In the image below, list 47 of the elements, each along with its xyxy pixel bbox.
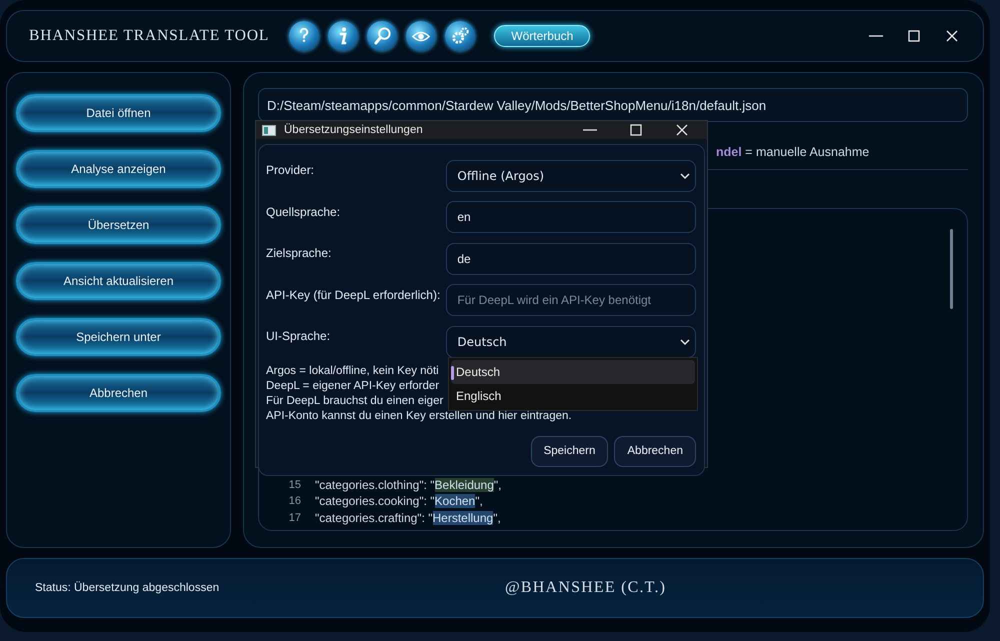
field-label: Provider: bbox=[266, 162, 316, 177]
field-label: Quellsprache: bbox=[266, 204, 342, 218]
field-label: Zielsprache: bbox=[266, 245, 332, 260]
help-text: Für DeepL brauchst du einen eiger bbox=[266, 394, 444, 410]
dropdown-option[interactable]: Englisch bbox=[451, 384, 695, 408]
sidebar-button[interactable]: Abbrechen bbox=[16, 374, 221, 412]
file-path-field[interactable]: D:/Steam/steamapps/common/Stardew Valley/Mods/BetterShopMenu/i18n/default.json bbox=[258, 88, 968, 122]
gear-button[interactable] bbox=[445, 21, 476, 51]
gear-icon bbox=[451, 27, 470, 45]
code-line: "categories.clothing": "Bekleidung", bbox=[315, 478, 502, 492]
input-field[interactable]: Für DeepL wird ein API-Key benötigt bbox=[446, 284, 696, 316]
line-number: 16 bbox=[288, 495, 302, 508]
line-number: 17 bbox=[288, 512, 302, 524]
input-field[interactable]: de bbox=[446, 242, 696, 275]
code-line: "categories.crafting": "Herstellung", bbox=[315, 510, 501, 525]
search-icon bbox=[374, 27, 391, 45]
dialog-title: Übersetzungseinstellungen bbox=[284, 124, 423, 136]
question-mark-button[interactable] bbox=[289, 21, 320, 51]
help-text: DeepL = eigener API-Key erforder bbox=[266, 378, 440, 394]
legend-text: ndel = manuelle Ausnahme bbox=[716, 145, 870, 161]
field-label: UI-Sprache: bbox=[266, 328, 332, 343]
help-text: Argos = lokal/offline, kein Key nöti bbox=[266, 364, 439, 378]
input-field[interactable]: en bbox=[446, 201, 696, 234]
app-icon bbox=[262, 124, 276, 136]
sidebar-button[interactable]: Analyse anzeigen bbox=[16, 150, 221, 188]
line-number: 15 bbox=[288, 478, 302, 491]
sidebar-button[interactable]: Übersetzen bbox=[16, 206, 221, 244]
app-title: BHANSHEE TRANSLATE TOOL bbox=[29, 27, 270, 45]
sidebar-button[interactable]: Speichern unter bbox=[16, 318, 221, 356]
help-text: API-Konto kannst du einen Key erstellen und hier eintragen. bbox=[266, 409, 572, 424]
dialog-button[interactable]: Speichern bbox=[530, 436, 608, 467]
dialog-button[interactable]: Abbrechen bbox=[614, 436, 696, 467]
dropdown[interactable]: Deutsch bbox=[446, 326, 696, 358]
credit-text: @BHANSHEE (C.T.) bbox=[505, 579, 666, 597]
sidebar-button[interactable]: Ansicht aktualisieren bbox=[16, 262, 221, 300]
info-button[interactable] bbox=[328, 21, 358, 51]
sidebar-button[interactable]: Datei öffnen bbox=[16, 94, 221, 132]
search-button[interactable] bbox=[367, 21, 398, 51]
eye-button[interactable] bbox=[406, 21, 436, 51]
status-text: Status: Übersetzung abgeschlossen bbox=[35, 582, 220, 594]
field-label: API-Key (für DeepL erforderlich): bbox=[266, 286, 442, 302]
dropdown-option[interactable]: Deutsch bbox=[451, 360, 695, 384]
code-line: "categories.cooking": "Kochen", bbox=[315, 494, 483, 508]
eye-icon bbox=[412, 30, 430, 42]
dropdown[interactable]: Offline (Argos) bbox=[446, 160, 696, 192]
info-icon bbox=[338, 27, 348, 45]
scrollbar-thumb[interactable] bbox=[950, 229, 953, 309]
